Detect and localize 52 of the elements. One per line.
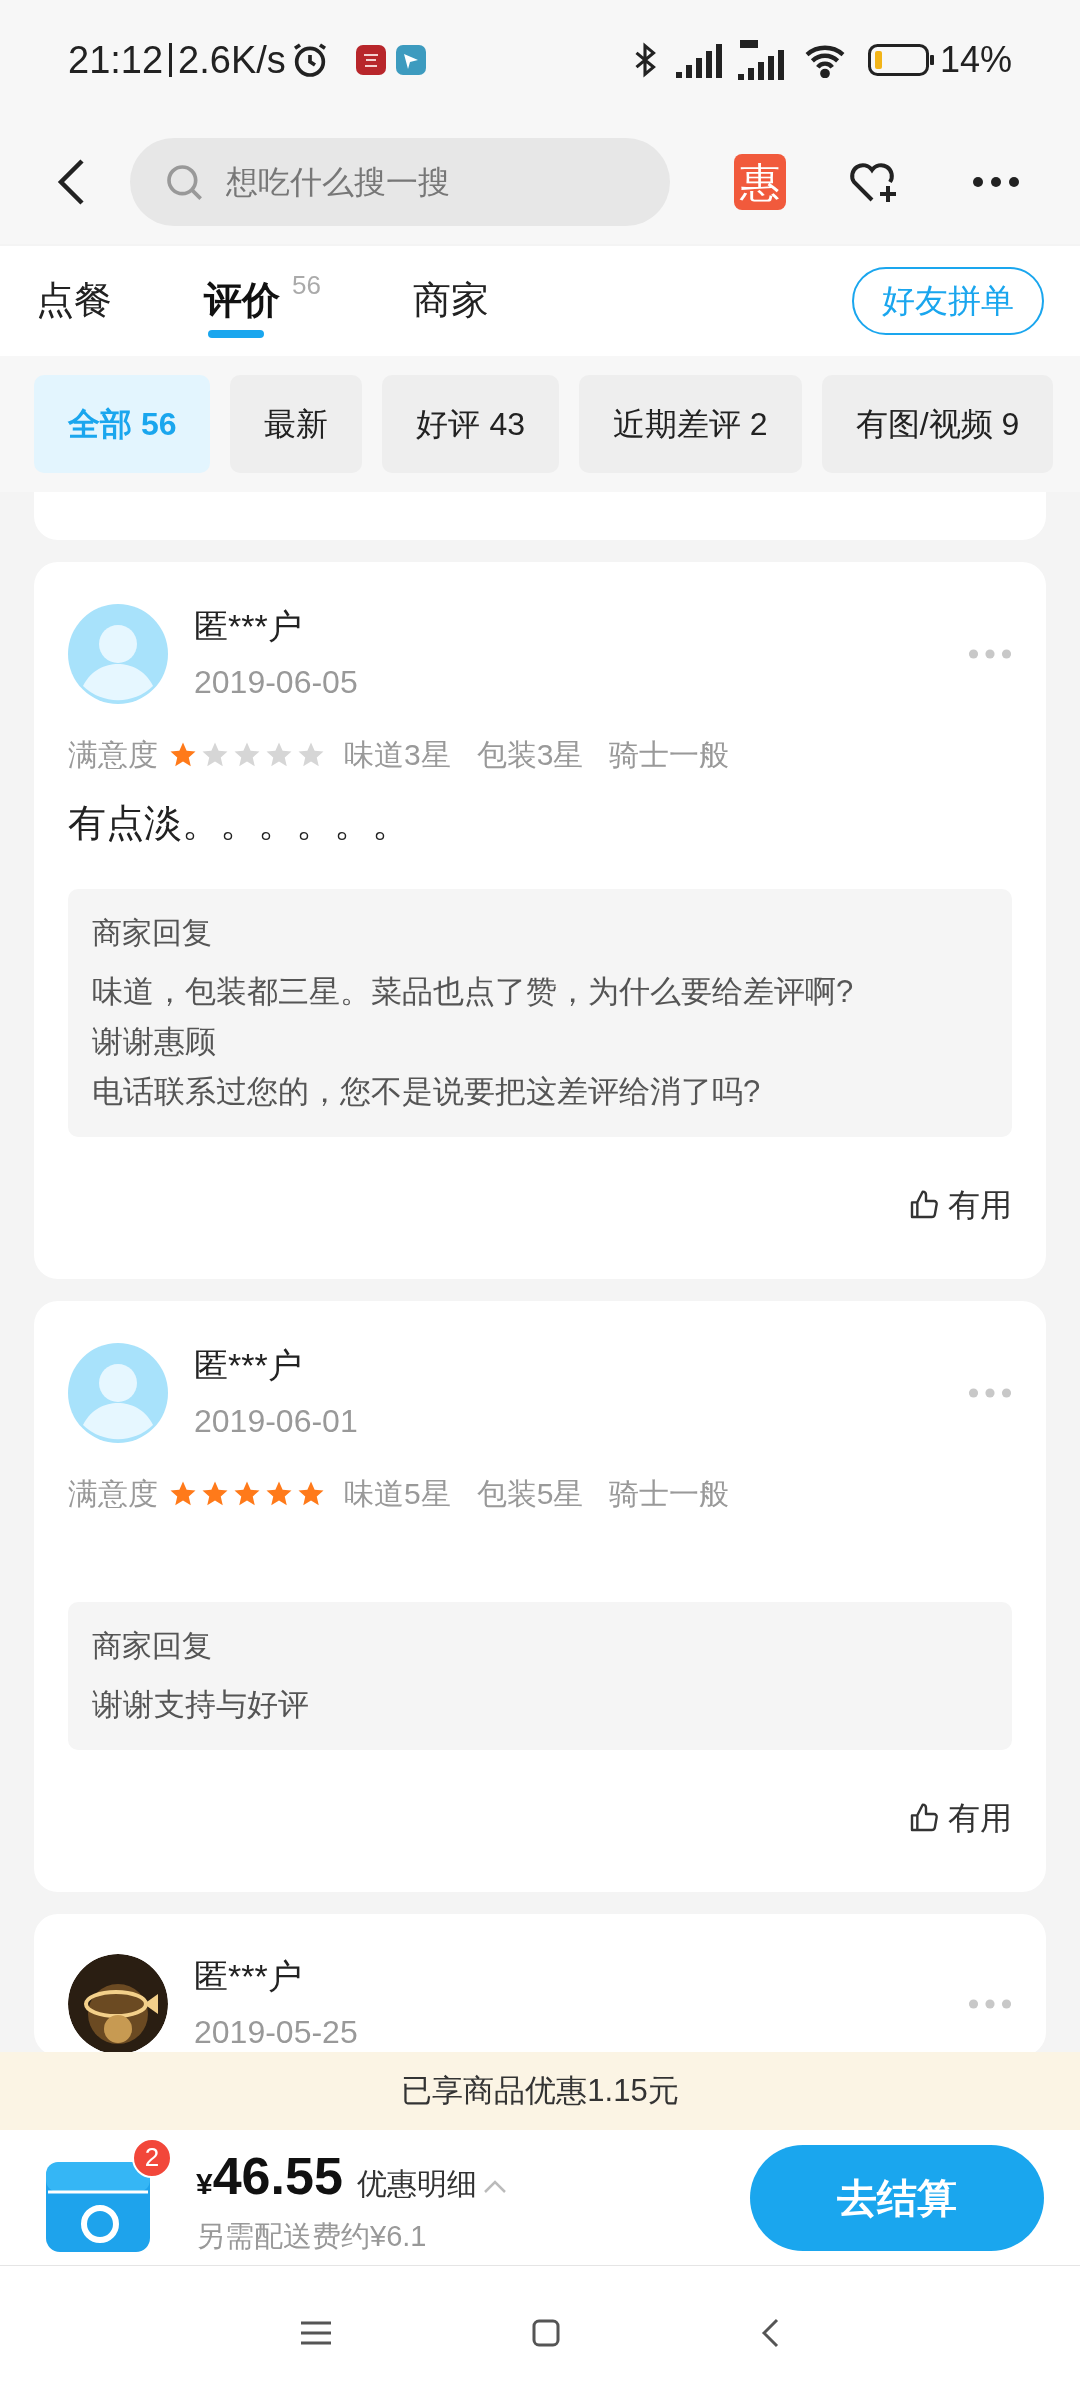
app-icon xyxy=(355,45,386,75)
thumbs-up-icon xyxy=(908,1189,940,1221)
filter-chip[interactable]: 近期差评 2 xyxy=(578,375,802,473)
app-icon xyxy=(395,45,426,75)
discount-banner: 已享商品优惠1.15元 xyxy=(0,2052,1080,2130)
rating-tag: 味道3星 xyxy=(344,732,451,777)
tab-indicator xyxy=(208,330,264,338)
review-text: 有点淡。。。。。。 xyxy=(68,801,411,846)
battery-icon xyxy=(867,44,934,76)
rating-tag: 骑士一般 xyxy=(609,1471,730,1516)
price: ¥46.55 xyxy=(196,2145,343,2207)
helpful-button[interactable]: 有用 xyxy=(908,1794,1012,1842)
review-date: 2019-05-25 xyxy=(194,2013,359,2052)
home-icon[interactable] xyxy=(532,2319,560,2347)
discount-details-link[interactable]: 优惠明细 xyxy=(356,2160,477,2206)
back-icon[interactable] xyxy=(761,2318,780,2348)
search-icon xyxy=(164,162,204,202)
avatar-icon xyxy=(68,604,168,704)
reply-title: 商家回复 xyxy=(92,1628,213,1664)
battery-percent: 14% xyxy=(939,38,1012,82)
reply-text: 味道，包装都三星。菜品也点了赞，为什么要给差评啊? xyxy=(92,973,855,1011)
thumbs-up-icon xyxy=(908,1802,940,1834)
cart-count-badge: 2 xyxy=(132,2137,172,2178)
review-date: 2019-06-05 xyxy=(194,663,359,702)
menu-icon[interactable] xyxy=(300,2320,331,2346)
network-speed: 2.6K/s xyxy=(178,37,286,83)
rating-tag: 骑士一般 xyxy=(609,732,730,777)
filter-chip[interactable]: 好评 43 xyxy=(382,375,559,473)
back-icon xyxy=(56,157,86,207)
tab[interactable]: 商家 xyxy=(412,256,489,346)
helpful-button[interactable]: 有用 xyxy=(908,1181,1012,1229)
user-name: 匿***户 xyxy=(194,606,303,647)
tab[interactable]: 点餐 xyxy=(36,256,112,346)
reply-text: 谢谢惠顾 xyxy=(92,1023,217,1061)
rating-tag: 包装5星 xyxy=(476,1471,584,1516)
delivery-fee: 另需配送费约¥6.1 xyxy=(196,2218,428,2254)
status-time: 21:12 xyxy=(68,37,164,83)
rating-tag: 味道5星 xyxy=(344,1471,451,1516)
user-name: 匿***户 xyxy=(194,1956,303,1997)
avatar-icon xyxy=(68,1343,168,1443)
rating-tag: 包装3星 xyxy=(476,732,584,777)
rating-label: 满意度 xyxy=(68,1476,158,1512)
user-name: 匿***户 xyxy=(194,1345,303,1386)
reply-title: 商家回复 xyxy=(92,915,213,951)
search-field[interactable]: 想吃什么搜一搜 xyxy=(130,138,670,226)
reply-text: 电话联系过您的，您不是说要把这差评给消了吗? xyxy=(92,1073,762,1111)
review-date: 2019-06-01 xyxy=(194,1402,359,1441)
rating-label: 满意度 xyxy=(68,737,158,773)
filter-chip[interactable]: 最新 xyxy=(230,375,363,473)
filter-chip[interactable]: 有图/视频 9 xyxy=(821,375,1054,473)
tab[interactable]: 评价 56 xyxy=(204,256,321,346)
reply-text: 谢谢支持与好评 xyxy=(92,1686,310,1724)
